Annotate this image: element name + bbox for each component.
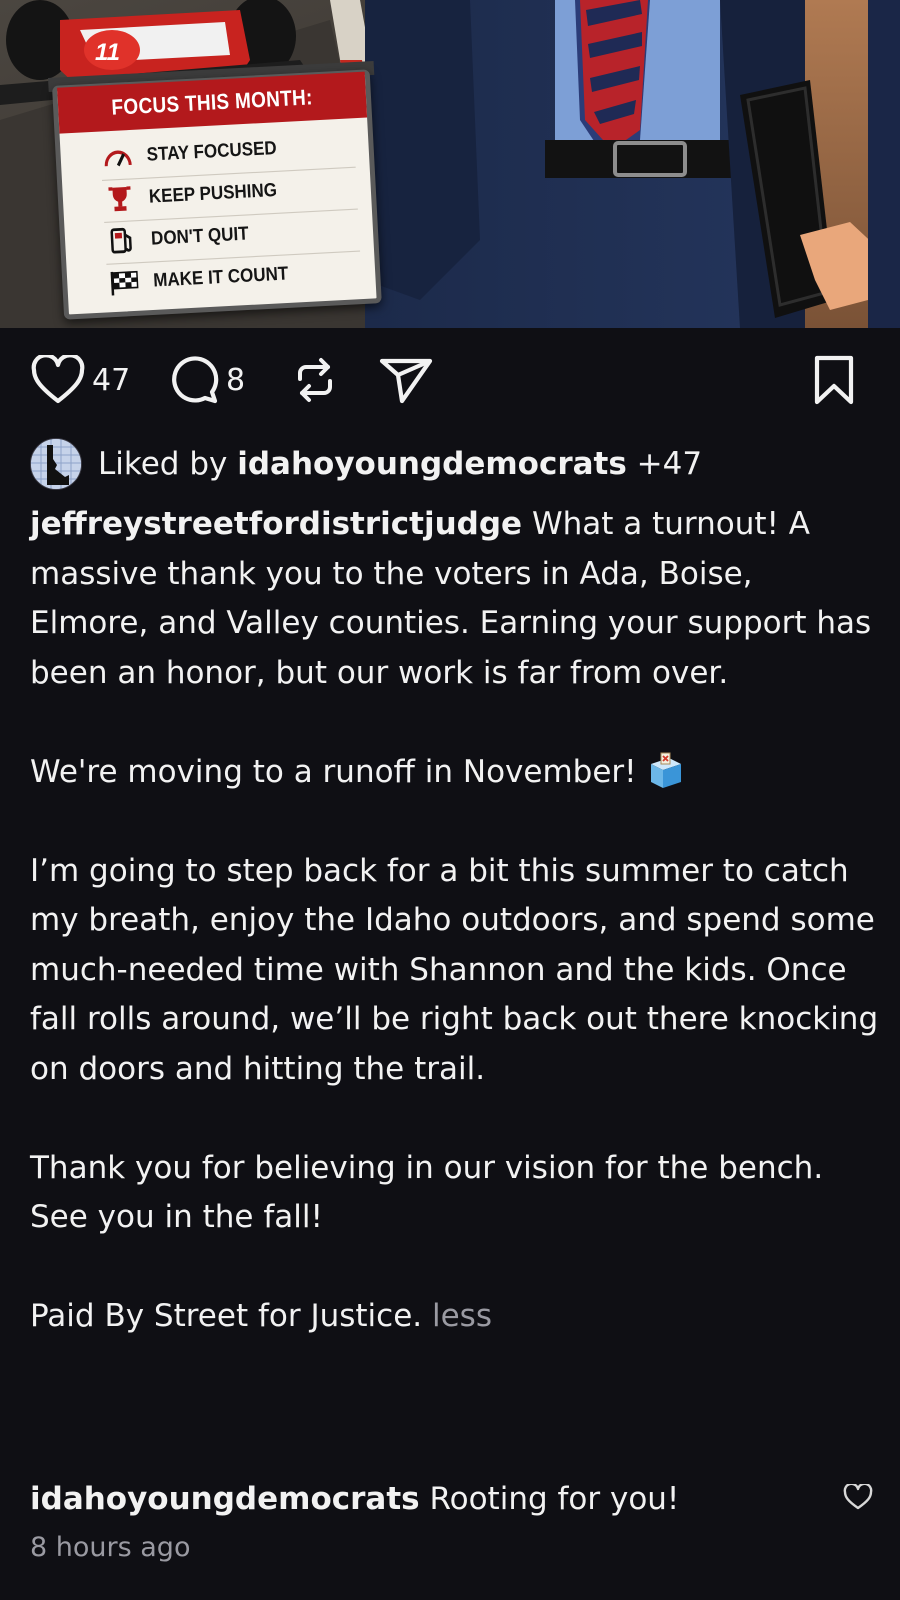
comment-button[interactable]: 8 xyxy=(168,340,245,420)
focus-item-label: KEEP PUSHING xyxy=(148,178,278,207)
idaho-map-icon xyxy=(31,439,81,489)
checkered-flag-icon xyxy=(107,268,142,297)
caption-username[interactable]: jeffreystreetfordistrictjudge xyxy=(30,506,522,542)
caption-text: I’m going to step back for a bit this su… xyxy=(30,852,879,1087)
avatar[interactable] xyxy=(30,438,82,490)
like-count: 47 xyxy=(92,362,131,398)
send-icon xyxy=(378,355,434,405)
comment-like-button[interactable] xyxy=(838,1479,878,1519)
less-button[interactable]: less xyxy=(432,1298,492,1334)
comment-username[interactable]: idahoyoungdemocrats xyxy=(30,1481,420,1517)
repost-button[interactable] xyxy=(290,340,340,420)
liked-by-username[interactable]: idahoyoungdemocrats xyxy=(237,446,627,482)
trophy-icon xyxy=(102,184,137,213)
caption-paragraph: Paid By Street for Justice. less xyxy=(30,1292,880,1342)
caption-paragraph: Thank you for believing in our vision fo… xyxy=(30,1144,880,1243)
comment-icon xyxy=(168,354,220,406)
save-button[interactable] xyxy=(812,340,856,420)
focus-item-label: STAY FOCUSED xyxy=(146,136,278,165)
focus-item-label: MAKE IT COUNT xyxy=(152,262,289,292)
caption-paragraph: I’m going to step back for a bit this su… xyxy=(30,847,880,1095)
focus-item-label: DON'T QUIT xyxy=(150,222,250,249)
repost-icon xyxy=(290,353,340,407)
car-number: 11 xyxy=(95,39,120,66)
focus-board-list: STAY FOCUSED KEEP PUSHING DON'T QUIT MAK… xyxy=(59,115,376,307)
fuel-pump-icon xyxy=(104,226,139,255)
comment-count: 8 xyxy=(226,362,246,398)
liked-by-row[interactable]: Liked by idahoyoungdemocrats +47 xyxy=(30,438,702,490)
comment-text: idahoyoungdemocrats Rooting for you! xyxy=(30,1481,838,1517)
comment-row: idahoyoungdemocrats Rooting for you! xyxy=(30,1473,880,1525)
liked-by-prefix: Liked by xyxy=(98,446,238,482)
caption-text: Paid By Street for Justice. xyxy=(30,1298,423,1334)
caption-paragraph: jeffreystreetfordistrictjudge What a tur… xyxy=(30,500,880,698)
post-caption: jeffreystreetfordistrictjudge What a tur… xyxy=(30,500,880,1342)
liked-by-count[interactable]: +47 xyxy=(627,446,702,482)
speedometer-icon xyxy=(100,142,135,171)
comment-body: Rooting for you! xyxy=(429,1481,680,1517)
post-action-bar: 47 8 xyxy=(0,340,900,420)
like-button[interactable]: 47 xyxy=(30,340,130,420)
caption-paragraph: We're moving to a runoff in November! xyxy=(30,748,880,798)
focus-board: FOCUS THIS MONTH: STAY FOCUSED KEEP PUSH… xyxy=(52,69,382,320)
caption-text: Thank you for believing in our vision fo… xyxy=(30,1149,824,1236)
bookmark-icon xyxy=(812,354,856,406)
caption-text: We're moving to a runoff in November! xyxy=(30,753,637,790)
share-button[interactable] xyxy=(378,340,434,420)
heart-icon xyxy=(843,1482,873,1515)
ballot-box-icon xyxy=(645,750,685,790)
heart-icon xyxy=(30,355,86,405)
post-timestamp[interactable]: 8 hours ago xyxy=(30,1532,190,1563)
post-image[interactable]: 11 FOCUS THIS MONTH: STAY FOCUSED KEEP P… xyxy=(0,0,900,328)
liked-by-text: Liked by idahoyoungdemocrats +47 xyxy=(98,446,702,482)
